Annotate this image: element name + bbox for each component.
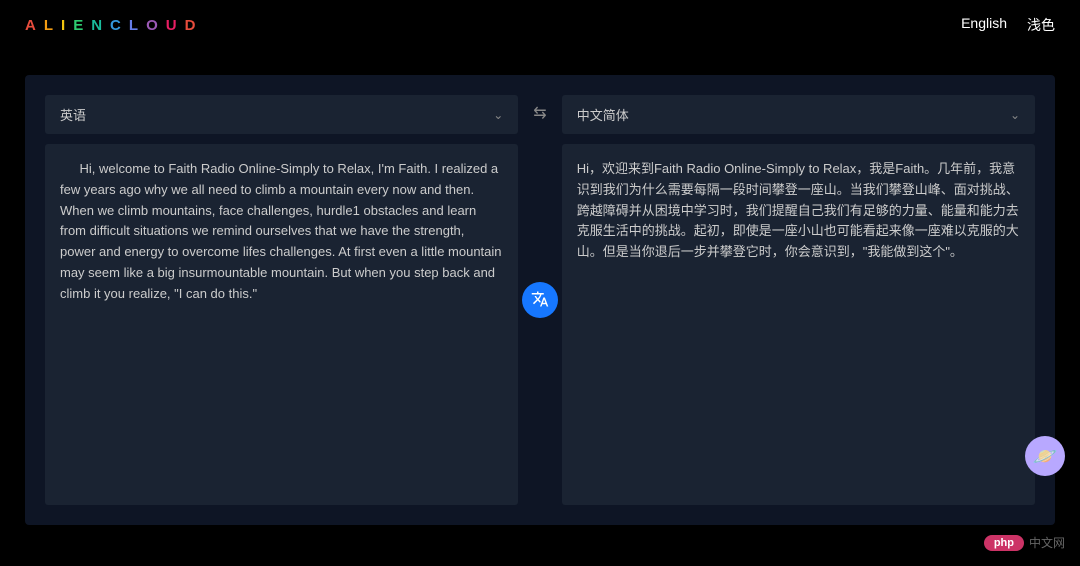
logo-char: L bbox=[44, 17, 55, 34]
logo-char: I bbox=[61, 17, 67, 34]
source-language-label: 英语 bbox=[60, 105, 86, 124]
source-language-select[interactable]: 英语 ⌄ bbox=[45, 95, 518, 134]
header: A L I E N C L O U D English 浅色 bbox=[0, 0, 1080, 45]
header-controls: English 浅色 bbox=[961, 15, 1055, 35]
swap-languages-button[interactable]: ⇆ bbox=[533, 103, 546, 123]
logo-char: O bbox=[146, 17, 160, 34]
logo-char: C bbox=[110, 17, 123, 34]
logo-char: D bbox=[185, 17, 198, 34]
target-text-output: Hi，欢迎来到Faith Radio Online-Simply to Rela… bbox=[562, 144, 1035, 505]
chevron-down-icon: ⌄ bbox=[1010, 108, 1020, 122]
logo-char: N bbox=[91, 17, 104, 34]
float-action-button[interactable]: 🪐 bbox=[1025, 436, 1065, 476]
chevron-down-icon: ⌄ bbox=[493, 108, 503, 122]
watermark: php 中文网 bbox=[984, 534, 1065, 551]
source-text-input[interactable]: Hi, welcome to Faith Radio Online-Simply… bbox=[45, 144, 518, 505]
logo[interactable]: A L I E N C L O U D bbox=[25, 17, 197, 34]
watermark-badge: php bbox=[984, 535, 1024, 551]
planet-icon: 🪐 bbox=[1033, 444, 1058, 469]
language-switcher[interactable]: English bbox=[961, 15, 1007, 35]
theme-switcher[interactable]: 浅色 bbox=[1027, 15, 1055, 35]
translator-container: 英语 ⌄ Hi, welcome to Faith Radio Online-S… bbox=[25, 75, 1055, 525]
watermark-text: 中文网 bbox=[1029, 534, 1065, 551]
logo-char: L bbox=[129, 17, 140, 34]
target-language-select[interactable]: 中文简体 ⌄ bbox=[562, 95, 1035, 134]
translate-icon bbox=[531, 290, 549, 311]
translate-button[interactable] bbox=[522, 282, 558, 318]
target-language-label: 中文简体 bbox=[577, 105, 629, 124]
logo-char: A bbox=[25, 17, 38, 34]
logo-char: U bbox=[166, 17, 179, 34]
target-panel: 中文简体 ⌄ Hi，欢迎来到Faith Radio Online-Simply … bbox=[562, 95, 1035, 505]
source-panel: 英语 ⌄ Hi, welcome to Faith Radio Online-S… bbox=[45, 95, 518, 505]
logo-char: E bbox=[73, 17, 85, 34]
